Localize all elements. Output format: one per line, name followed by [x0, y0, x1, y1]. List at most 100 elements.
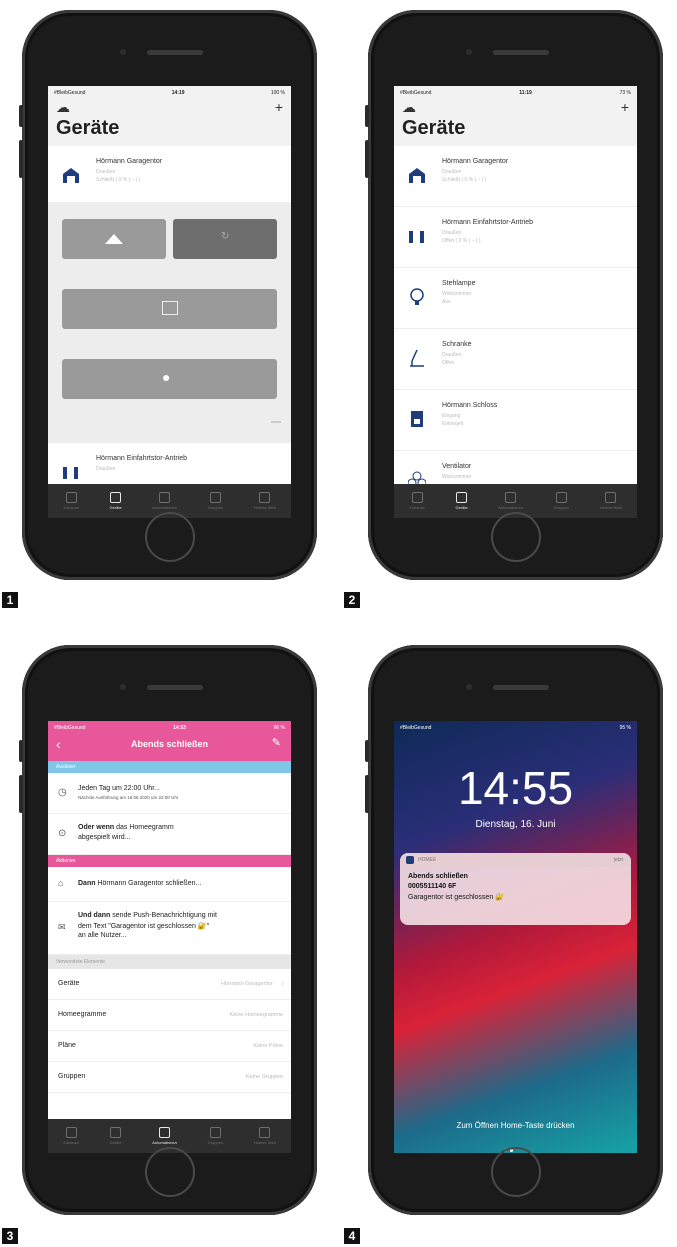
- tab-home[interactable]: Zuhause: [63, 1127, 79, 1145]
- tab-groups[interactable]: Gruppen: [208, 1127, 223, 1145]
- tab-devices[interactable]: Geräte: [109, 492, 122, 510]
- partial-open-button[interactable]: [62, 289, 277, 329]
- list-label: Gruppen: [58, 1073, 86, 1080]
- tab-world[interactable]: Homee Welt: [254, 492, 276, 510]
- carrier: #BleibGesund: [54, 89, 86, 96]
- device-row[interactable]: Schranke Draußen Offen: [394, 329, 637, 390]
- notification-time: jetzt: [613, 857, 623, 863]
- device-row[interactable]: Hörmann Garagentor Draußen Schließt ( 0 …: [48, 146, 291, 203]
- phone-3: #BleibGesund 14:53 96 % ‹ Abends schließ…: [19, 645, 317, 1215]
- chevron-right-icon: ›: [281, 979, 284, 988]
- screen-3: #BleibGesund 14:53 96 % ‹ Abends schließ…: [48, 721, 291, 1153]
- tab-world[interactable]: Homee Welt: [600, 492, 622, 510]
- tab-world[interactable]: Homee Welt: [254, 1127, 276, 1145]
- home-button[interactable]: [491, 512, 541, 562]
- section-trigger: Auslöser: [48, 761, 291, 773]
- section-used: Verwendete Elemente: [48, 955, 291, 969]
- action-bold: Dann: [78, 880, 96, 887]
- page-title: Geräte: [402, 117, 466, 139]
- action-text-line2: dem Text "Garagentor ist geschlossen 🔐": [78, 923, 210, 930]
- tab-devices[interactable]: Geräte: [455, 492, 468, 510]
- tab-home[interactable]: Zuhause: [63, 492, 79, 510]
- device-name: Hörmann Garagentor: [442, 158, 509, 165]
- tab-automations[interactable]: Automationen: [498, 492, 523, 510]
- barrier-icon: [410, 349, 424, 367]
- list-item[interactable]: Gruppen Keine Gruppen: [48, 1062, 291, 1093]
- action-close[interactable]: ⌂ Dann Hörmann Garagentor schließen...: [48, 867, 291, 902]
- garage-icon: ⌂: [58, 878, 64, 888]
- mail-icon: ✉: [58, 922, 66, 932]
- trigger-time[interactable]: ◷ Jeden Tag um 22:00 Uhr... Nächste Ausf…: [48, 773, 291, 814]
- section-actions: Aktionen: [48, 855, 291, 867]
- up-arrow-icon: [105, 234, 123, 244]
- list-label: Homeegramme: [58, 1011, 107, 1018]
- action-bold: Und dann: [78, 912, 111, 919]
- list-item[interactable]: Pläne Keine Pläne: [48, 1031, 291, 1062]
- refresh-icon: ↻: [221, 231, 230, 242]
- device-row[interactable]: Stehlampe Wohnzimmer Aus: [394, 268, 637, 329]
- cloud-icon[interactable]: ☁: [402, 99, 416, 116]
- list-value: Keine Pläne: [253, 1043, 283, 1049]
- list-label: Geräte: [58, 980, 80, 987]
- phone-1: #BleibGesund 14:19 100 % ☁ + Geräte Hörm…: [19, 10, 317, 580]
- home-button[interactable]: [145, 1147, 195, 1197]
- device-name: Hörmann Garagentor: [96, 158, 163, 165]
- tab-home[interactable]: Zuhause: [409, 492, 425, 510]
- phone-2: #BleibGesund 11:19 73 % ☁ + Geräte Hörma…: [365, 10, 663, 580]
- page-title: Abends schließen: [130, 739, 209, 749]
- notification-id: 0005511140 6F: [408, 883, 457, 890]
- action-push[interactable]: ✉ Und dann sende Push-Benachrichtigung m…: [48, 902, 291, 955]
- tab-groups[interactable]: Gruppen: [554, 492, 569, 510]
- device-name: Schranke: [442, 341, 472, 348]
- open-button[interactable]: [62, 219, 166, 259]
- add-button[interactable]: +: [621, 99, 629, 115]
- garage-icon: [409, 168, 425, 183]
- panel-badge: 1: [2, 592, 18, 608]
- device-row[interactable]: Hörmann Garagentor Draußen Schließt ( 0 …: [394, 146, 637, 207]
- battery: 96 %: [273, 724, 285, 731]
- lock-clock: 14:55: [457, 762, 574, 814]
- trigger-text-line2: abgespielt wird...: [78, 834, 131, 841]
- device-state: Entriegelt: [442, 421, 464, 427]
- tab-groups[interactable]: Gruppen: [208, 492, 223, 510]
- tab-automations[interactable]: Automationen: [152, 1127, 177, 1145]
- device-row[interactable]: Hörmann Einfahrtstor-Antrieb Draußen Off…: [394, 207, 637, 268]
- play-icon: ⊙: [58, 828, 67, 839]
- action-text-line3: an alle Nutzer...: [78, 932, 127, 939]
- tab-devices[interactable]: Geräte: [109, 1127, 122, 1145]
- speaker: [147, 50, 203, 55]
- trigger-subtext: Nächste Ausführung am 16.06.2020 um 22:0…: [78, 795, 179, 800]
- device-row[interactable]: Hörmann Schloss Eingang Entriegelt: [394, 390, 637, 451]
- unlock-hint: Zum Öffnen Home-Taste drücken: [456, 1121, 575, 1130]
- trigger-homeegram[interactable]: ⊙ Oder wenn das Homeegramm abgespielt wi…: [48, 814, 291, 855]
- notification[interactable]: HOMEE jetzt Abends schließen 0005511140 …: [400, 853, 631, 925]
- header: #BleibGesund 14:53 96 % ‹ Abends schließ…: [48, 721, 291, 761]
- add-button[interactable]: +: [275, 99, 283, 115]
- home-button[interactable]: [145, 512, 195, 562]
- gate-icon: [63, 467, 78, 479]
- stop-button[interactable]: ↻: [173, 219, 277, 259]
- more-link[interactable]: [271, 421, 281, 423]
- notification-text: Garagentor ist geschlossen 🔐: [408, 894, 504, 901]
- light-button[interactable]: ●: [62, 359, 277, 399]
- trigger-text: Jeden Tag um 22:00 Uhr...: [78, 785, 160, 792]
- list-value: Hörmann Garagentor: [221, 981, 273, 987]
- home-button[interactable]: [491, 1147, 541, 1197]
- panel-badge: 3: [2, 1228, 18, 1244]
- device-room: Wohnzimmer: [442, 474, 472, 480]
- device-name: Hörmann Einfahrtstor-Antrieb: [96, 455, 188, 462]
- list-item[interactable]: Homeegramme Keine Homeegramme: [48, 1000, 291, 1031]
- trigger-bold: Oder wenn: [78, 824, 115, 831]
- status-time: 14:53: [173, 724, 186, 731]
- device-room: Draußen: [442, 352, 462, 358]
- tab-automations[interactable]: Automationen: [152, 492, 177, 510]
- cloud-icon[interactable]: ☁: [56, 99, 70, 116]
- status-bar: #BleibGesund 95 %: [394, 721, 637, 734]
- status-bar: #BleibGesund 14:53 96 %: [48, 721, 291, 734]
- app-icon: [406, 856, 414, 864]
- device-state: Offen: [442, 360, 455, 366]
- panel-badge: 2: [344, 592, 360, 608]
- edit-icon[interactable]: ✎: [272, 736, 281, 749]
- lock-device-icon: [411, 411, 423, 427]
- list-item[interactable]: Geräte Hörmann Garagentor ›: [48, 969, 291, 1000]
